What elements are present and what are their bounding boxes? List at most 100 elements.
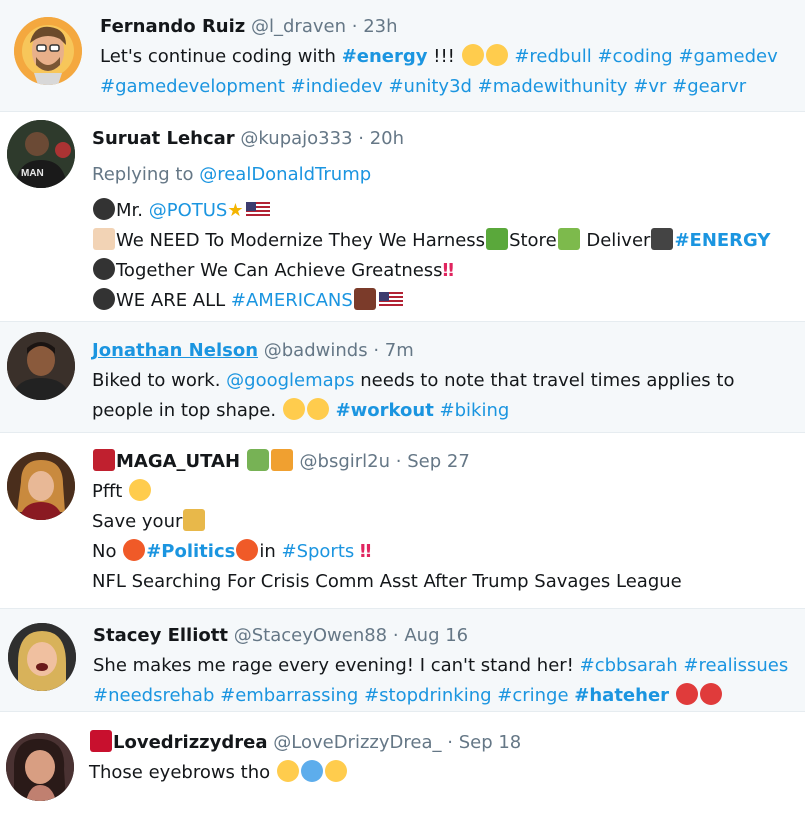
- author-handle[interactable]: @kupajo333: [240, 128, 352, 149]
- tweet-stacey[interactable]: Stacey Elliott @StaceyOwen88 · Aug 16 Sh…: [0, 609, 805, 712]
- reply-context: Replying to @realDonaldTrump: [92, 160, 797, 190]
- author-handle[interactable]: @StaceyOwen88: [234, 625, 387, 646]
- bouquet-icon: [270, 449, 293, 471]
- smirk-face-icon: [276, 760, 299, 782]
- timestamp[interactable]: Sep 18: [459, 732, 522, 753]
- hashtag-workout[interactable]: #workout: [336, 400, 434, 421]
- text-segment: people in top shape.: [92, 400, 282, 421]
- timestamp[interactable]: 7m: [385, 340, 414, 361]
- text-segment: Save your: [92, 511, 183, 532]
- hashtag-sports[interactable]: #Sports: [281, 541, 354, 562]
- tweet-text: Biked to work. @googlemaps needs to note…: [92, 366, 797, 396]
- tweet-text: Pfft: [92, 477, 797, 507]
- tweet-header: Jonathan Nelson @badwinds · 7m: [92, 336, 797, 366]
- hashtag-line[interactable]: #gamedevelopment #indiedev #unity3d #mad…: [100, 72, 797, 102]
- text-segment: !!!: [427, 46, 461, 67]
- hashtag-list[interactable]: #redbull #coding #gamedev: [514, 46, 777, 67]
- tweet-maga-utah[interactable]: MAGA_UTAH @bsgirl2u · Sep 27 Pfft Save y…: [0, 433, 805, 609]
- text-segment: Together We Can Achieve Greatness: [116, 260, 443, 281]
- plug-icon: [651, 228, 674, 250]
- green-heart-icon: [246, 449, 269, 471]
- tweet-content: Fernando Ruiz @l_draven · 23h Let's cont…: [100, 12, 797, 102]
- text-segment: Biked to work.: [92, 370, 227, 391]
- winking-face-icon: [485, 44, 508, 66]
- person-photo-icon: [7, 452, 75, 520]
- text-segment: Those eyebrows tho: [89, 762, 271, 783]
- cartoon-avatar-icon: [14, 17, 82, 85]
- timestamp[interactable]: 23h: [363, 16, 397, 37]
- author-handle[interactable]: @bsgirl2u: [300, 451, 391, 472]
- mention-googlemaps[interactable]: @googlemaps: [226, 370, 354, 391]
- person-photo-icon: MAN: [7, 120, 75, 188]
- downcast-sweat-face-icon: [282, 398, 305, 420]
- separator-dot: ·: [358, 128, 364, 149]
- avatar[interactable]: [7, 452, 75, 520]
- money-bag-icon: [183, 509, 206, 531]
- collision-icon: [123, 539, 146, 561]
- tweet-text: No #Politics in #Sports ‼: [92, 537, 797, 567]
- high-heel-icon: [93, 449, 115, 471]
- avatar[interactable]: [7, 332, 75, 400]
- author-name[interactable]: Lovedrizzydrea: [113, 732, 268, 753]
- reply-prefix: Replying to: [92, 164, 200, 185]
- speaking-head-icon: [93, 258, 115, 280]
- text-segment: No: [92, 541, 123, 562]
- speaking-head-icon: [93, 288, 115, 310]
- author-name[interactable]: MAGA_UTAH: [116, 451, 240, 472]
- author-name[interactable]: Jonathan Nelson: [92, 340, 258, 361]
- separator-dot: ·: [351, 16, 358, 37]
- us-flag-icon: [378, 292, 403, 308]
- avatar[interactable]: [6, 733, 74, 801]
- avatar[interactable]: [8, 623, 76, 691]
- hashtag-list[interactable]: #cbbsarah #realissues: [580, 655, 789, 676]
- hashtag-energy[interactable]: #energy: [342, 46, 428, 67]
- mention-potus[interactable]: @POTUS: [149, 200, 228, 221]
- tweet-text: She makes me rage every evening! I can't…: [93, 651, 797, 681]
- recycle-icon: [486, 228, 509, 250]
- author-name[interactable]: Stacey Elliott: [93, 625, 228, 646]
- tweet-suruat[interactable]: MAN Suruat Lehcar @kupajo333 · 20h Reply…: [0, 112, 805, 322]
- avatar[interactable]: MAN: [7, 120, 75, 188]
- separator-dot: ·: [395, 451, 402, 472]
- hashtag-list[interactable]: #needsrehab #embarrassing #stopdrinking …: [93, 685, 569, 706]
- tweet-fernando[interactable]: Fernando Ruiz @l_draven · 23h Let's cont…: [0, 0, 805, 112]
- text-segment: We NEED To Modernize They We Harness: [116, 230, 486, 251]
- tweet-header: Suruat Lehcar @kupajo333 · 20h: [92, 124, 797, 154]
- author-handle[interactable]: @l_draven: [251, 16, 346, 37]
- hashtag-energy[interactable]: #ENERGY: [674, 230, 770, 251]
- timestamp[interactable]: Sep 27: [407, 451, 470, 472]
- reply-mention[interactable]: @realDonaldTrump: [199, 164, 371, 185]
- person-photo-icon: [7, 332, 75, 400]
- person-photo-icon: [8, 623, 76, 691]
- hashtag-americans[interactable]: #AMERICANS: [231, 290, 353, 311]
- battery-icon: [557, 228, 580, 250]
- tweet-header: Fernando Ruiz @l_draven · 23h: [100, 12, 797, 42]
- author-handle[interactable]: @LoveDrizzyDrea_: [273, 732, 441, 753]
- avatar[interactable]: [14, 17, 82, 85]
- tweet-content: Stacey Elliott @StaceyOwen88 · Aug 16 Sh…: [93, 621, 797, 711]
- tweet-lovedrizzydrea[interactable]: Lovedrizzydrea @LoveDrizzyDrea_ · Sep 18…: [0, 712, 805, 813]
- author-name[interactable]: Fernando Ruiz: [100, 16, 245, 37]
- author-handle[interactable]: @badwinds: [264, 340, 368, 361]
- sweat-droplets-icon: [300, 760, 323, 782]
- text-segment: in: [259, 541, 282, 562]
- hashtag-politics[interactable]: #Politics: [146, 541, 235, 562]
- tweet-header: MAGA_UTAH @bsgirl2u · Sep 27: [92, 447, 797, 477]
- tweet-text: Those eyebrows tho: [89, 758, 797, 788]
- text-segment: Pfft: [92, 481, 123, 502]
- author-name[interactable]: Suruat Lehcar: [92, 128, 235, 149]
- timestamp[interactable]: 20h: [370, 128, 404, 149]
- text-segment: Let's continue coding with: [100, 46, 342, 67]
- angry-face-icon: [699, 683, 722, 705]
- separator-dot: ·: [447, 732, 453, 753]
- collision-icon: [236, 539, 259, 561]
- grinning-sweat-face-icon: [306, 398, 329, 420]
- hashtag-hateher[interactable]: #hateher: [574, 685, 669, 706]
- tweet-text: Mr. @POTUS★ We NEED To Modernize They We…: [92, 196, 797, 316]
- heart-eyes-face-icon: [324, 760, 347, 782]
- double-exclamation-icon: ‼: [442, 260, 454, 281]
- timestamp[interactable]: Aug 16: [404, 625, 468, 646]
- speaking-head-icon: [93, 198, 115, 220]
- hashtag-biking[interactable]: #biking: [440, 400, 510, 421]
- tweet-jonathan[interactable]: Jonathan Nelson @badwinds · 7m Biked to …: [0, 322, 805, 433]
